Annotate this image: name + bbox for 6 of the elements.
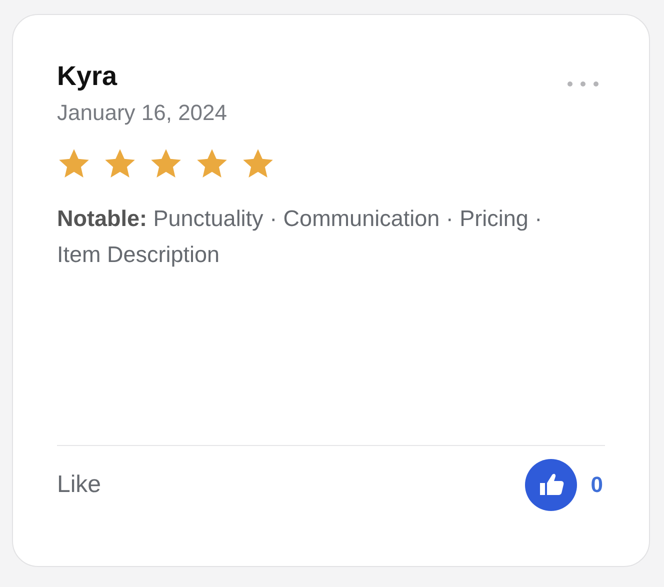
review-date: January 16, 2024 [57, 99, 228, 127]
like-count: 0 [590, 472, 603, 498]
thumbs-up-icon[interactable] [524, 459, 577, 511]
like-label: Like [57, 471, 102, 499]
notable-text: Notable: Punctuality · Communication · Pricing · Item Description [57, 205, 544, 269]
reviewer-name: Kyra [57, 60, 118, 93]
